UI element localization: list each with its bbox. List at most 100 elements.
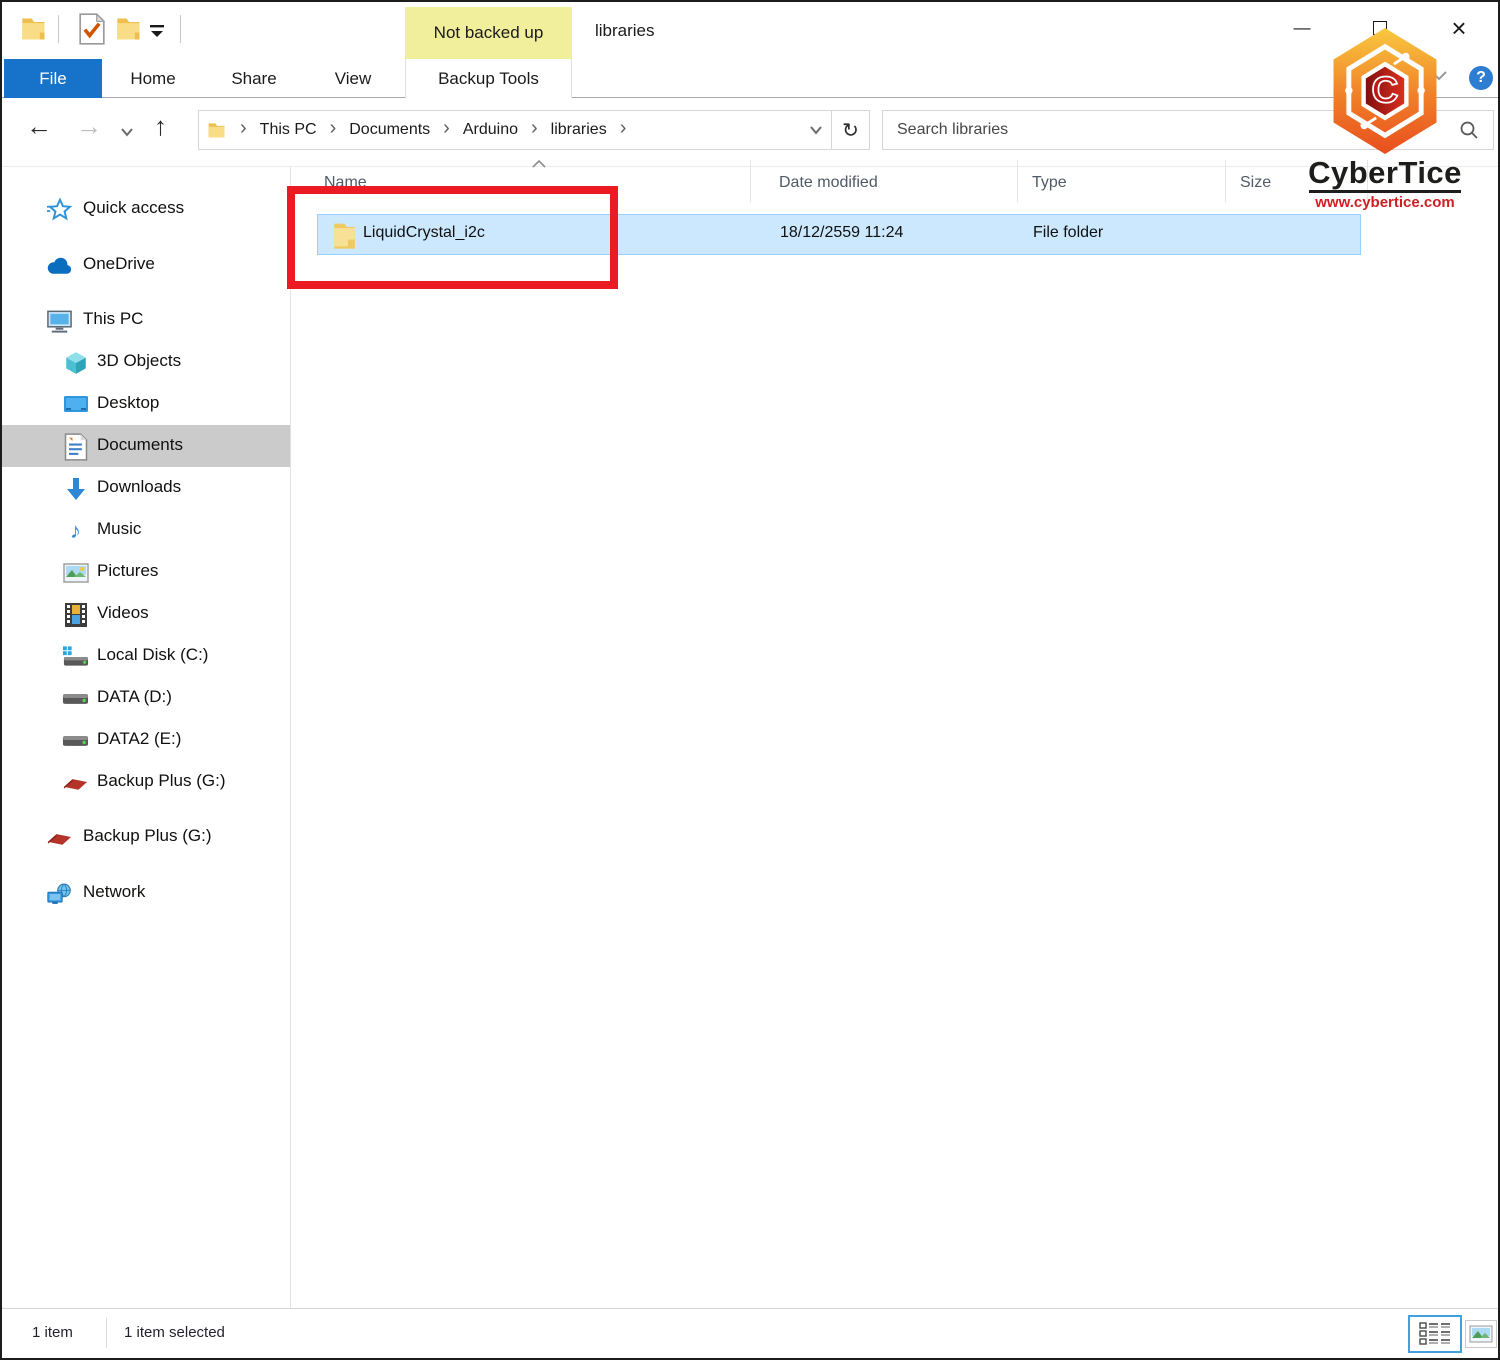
- qat-separator: [180, 15, 181, 43]
- external-drive-red-icon: [46, 824, 73, 851]
- column-header-type[interactable]: Type: [1032, 174, 1067, 192]
- address-dropdown-chevron-icon[interactable]: [809, 125, 823, 135]
- back-icon[interactable]: ←: [26, 113, 52, 139]
- pictures-icon: [62, 559, 89, 586]
- sidebar-item-label: Pictures: [97, 561, 158, 581]
- file-explorer-window: Not backed up libraries — × File Home Sh…: [0, 0, 1500, 1360]
- sidebar-item-data2-e[interactable]: DATA2 (E:): [2, 719, 290, 761]
- tab-label: Share: [231, 69, 276, 89]
- tab-label: File: [39, 69, 66, 89]
- sidebar-item-backup-plus-g[interactable]: Backup Plus (G:): [2, 761, 290, 803]
- breadcrumb-item-libraries[interactable]: libraries: [547, 121, 611, 139]
- thumbnails-view-button[interactable]: [1465, 1320, 1497, 1348]
- sidebar-item-label: Network: [83, 882, 145, 902]
- column-header-size[interactable]: Size: [1240, 174, 1271, 192]
- thumbnails-view-icon: [1469, 1325, 1493, 1343]
- downloads-arrow-icon: [62, 475, 89, 502]
- forward-icon[interactable]: →: [76, 113, 102, 139]
- breadcrumb-separator-icon: ›: [231, 117, 256, 143]
- breadcrumb-item-this-pc[interactable]: This PC: [256, 121, 321, 139]
- details-view-icon: [1418, 1321, 1452, 1347]
- tab-backup-tools[interactable]: Backup Tools: [405, 59, 572, 98]
- breadcrumb-item-documents[interactable]: Documents: [345, 121, 434, 139]
- pane-divider: [290, 167, 291, 1312]
- videos-film-icon: [62, 601, 89, 628]
- qat-properties-icon[interactable]: [79, 13, 105, 50]
- column-separator[interactable]: [750, 160, 751, 202]
- sidebar-item-label: 3D Objects: [97, 351, 181, 371]
- breadcrumb[interactable]: › This PC › Documents › Arduino › librar…: [198, 110, 832, 150]
- sidebar-item-downloads[interactable]: Downloads: [2, 467, 290, 509]
- qat-customize-dropdown-icon[interactable]: [148, 24, 166, 43]
- item-count: 1 item: [32, 1324, 73, 1341]
- column-header-name[interactable]: Name: [324, 174, 367, 192]
- contextual-tab-group-text: Not backed up: [434, 23, 544, 43]
- qat-new-folder-icon[interactable]: [115, 15, 143, 48]
- details-view-button[interactable]: [1408, 1315, 1462, 1353]
- drive-icon: [62, 685, 89, 712]
- music-note-icon: ♪: [62, 517, 89, 544]
- system-drive-icon: [62, 643, 89, 670]
- breadcrumb-separator-icon: ›: [321, 117, 346, 143]
- sidebar-item-backup-plus-g-root[interactable]: Backup Plus (G:): [2, 816, 290, 858]
- help-icon: ?: [1476, 69, 1486, 87]
- ribbon-tab-row: File Home Share View Backup Tools: [2, 59, 1498, 98]
- sidebar-item-videos[interactable]: Videos: [2, 593, 290, 635]
- column-separator[interactable]: [1017, 160, 1018, 202]
- tab-view[interactable]: View: [304, 59, 402, 98]
- folder-icon: [332, 221, 357, 254]
- sidebar-item-label: OneDrive: [83, 254, 155, 274]
- network-icon: [46, 880, 73, 907]
- cybertice-hexagon-icon: C: [1327, 28, 1443, 154]
- tab-home[interactable]: Home: [102, 59, 204, 98]
- logo-underline: [1309, 190, 1461, 193]
- column-separator[interactable]: [1225, 160, 1226, 202]
- sidebar-item-label: Quick access: [83, 198, 184, 218]
- address-folder-icon: [207, 120, 227, 140]
- up-icon[interactable]: ↑: [154, 113, 167, 139]
- sidebar-item-desktop[interactable]: Desktop: [2, 383, 290, 425]
- sidebar-item-label: Desktop: [97, 393, 159, 413]
- file-row-liquidcrystal-i2c[interactable]: LiquidCrystal_i2c 18/12/2559 11:24 File …: [317, 214, 1361, 255]
- recent-locations-chevron-icon[interactable]: [120, 124, 134, 142]
- sidebar-item-label: Backup Plus (G:): [83, 826, 212, 846]
- sidebar-item-3d-objects[interactable]: 3D Objects: [2, 341, 290, 383]
- cybertice-monogram: C: [1372, 69, 1399, 111]
- qat-explorer-folder-icon[interactable]: [20, 15, 48, 48]
- refresh-button[interactable]: ↻: [832, 110, 870, 150]
- sidebar-item-data-d[interactable]: DATA (D:): [2, 677, 290, 719]
- sidebar-item-documents[interactable]: Documents: [2, 425, 290, 467]
- file-type: File folder: [1033, 224, 1103, 242]
- column-header-date-modified[interactable]: Date modified: [779, 174, 878, 192]
- sidebar-item-label: Documents: [97, 435, 183, 455]
- sidebar-item-quick-access[interactable]: Quick access: [2, 188, 290, 230]
- breadcrumb-separator-icon: ›: [611, 117, 636, 143]
- breadcrumb-separator-icon: ›: [434, 117, 459, 143]
- desktop-icon: [62, 391, 89, 418]
- sidebar-item-label: DATA2 (E:): [97, 729, 181, 749]
- tab-label: View: [335, 69, 372, 89]
- this-pc-monitor-icon: [46, 307, 73, 334]
- tab-file[interactable]: File: [4, 59, 102, 98]
- main-area: Quick access OneDrive This PC 3D Objects: [2, 167, 1498, 1308]
- sidebar-item-music[interactable]: ♪ Music: [2, 509, 290, 551]
- qat-separator: [58, 15, 59, 43]
- tab-share[interactable]: Share: [204, 59, 304, 98]
- sidebar-item-onedrive[interactable]: OneDrive: [2, 244, 290, 286]
- sidebar-item-this-pc[interactable]: This PC: [2, 299, 290, 341]
- title-bar: Not backed up libraries — ×: [2, 2, 1498, 59]
- tab-label: Home: [130, 69, 175, 89]
- sidebar-item-label: Downloads: [97, 477, 181, 497]
- external-drive-red-icon: [62, 769, 89, 796]
- status-bar: 1 item 1 item selected: [2, 1308, 1498, 1358]
- breadcrumb-item-arduino[interactable]: Arduino: [459, 121, 522, 139]
- sidebar-item-label: Videos: [97, 603, 149, 623]
- breadcrumb-separator-icon: ›: [522, 117, 547, 143]
- sidebar-item-label: DATA (D:): [97, 687, 172, 707]
- file-date-modified: 18/12/2559 11:24: [780, 224, 903, 242]
- logo-brand-text: CyberTice: [1302, 157, 1468, 188]
- sidebar-item-local-disk-c[interactable]: Local Disk (C:): [2, 635, 290, 677]
- sidebar-item-network[interactable]: Network: [2, 872, 290, 914]
- help-button[interactable]: ?: [1469, 66, 1493, 90]
- sidebar-item-pictures[interactable]: Pictures: [2, 551, 290, 593]
